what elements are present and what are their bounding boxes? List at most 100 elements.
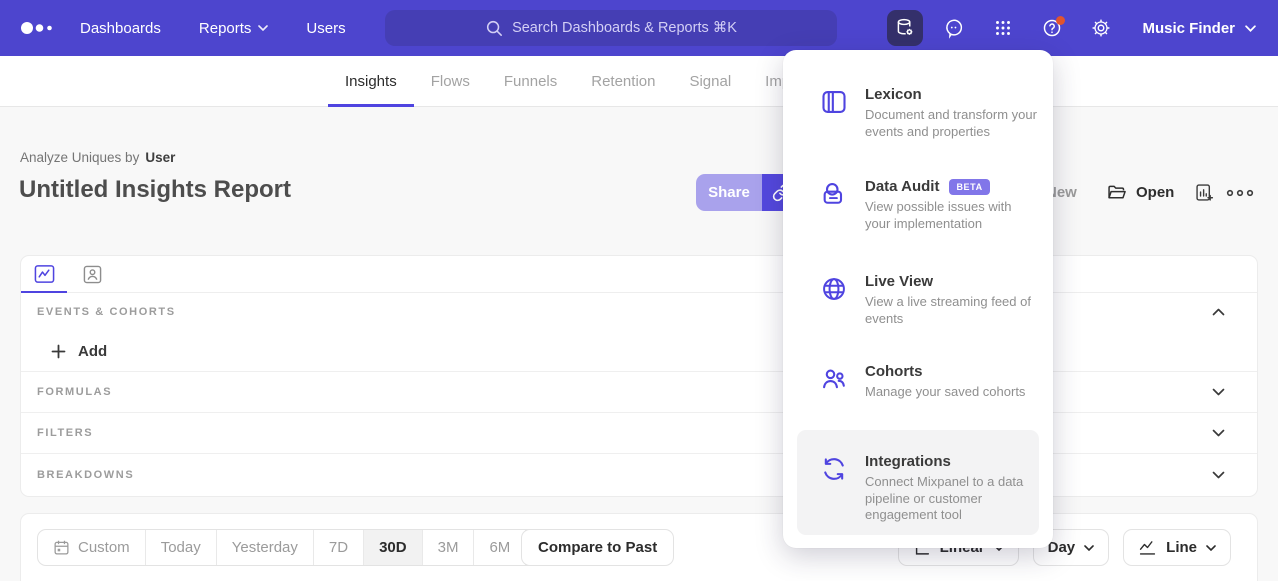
range-7d[interactable]: 7D [313,530,363,565]
menu-item-data-audit[interactable]: Data Audit BETA View possible issues wit… [797,178,1039,232]
analyze-entity-selector[interactable]: User [145,150,175,165]
chart-type-dropdown[interactable]: Line [1123,529,1231,566]
tab-funnels[interactable]: Funnels [487,56,574,107]
date-range-segmented-control: Custom Today Yesterday 7D 30D 3M 6M 12M [37,529,586,566]
share-button[interactable]: Share [696,174,762,211]
ellipsis-icon [1226,189,1254,197]
add-event-button[interactable]: Add [51,343,107,360]
menu-item-title: Live View [865,273,933,290]
help-button[interactable] [1034,10,1070,46]
chevron-down-icon[interactable] [1212,388,1225,396]
chevron-up-icon[interactable] [1212,308,1225,316]
nav-dashboards[interactable]: Dashboards [80,20,161,37]
events-cohorts-label: EVENTS & COHORTS [37,306,176,318]
menu-item-title: Integrations [865,453,951,470]
menu-item-live-view[interactable]: Live View View a live streaming feed of … [797,273,1039,327]
query-builder-card: EVENTS & COHORTS Add FORMULAS FILTERS BR… [20,255,1258,497]
settings-button[interactable] [1083,10,1119,46]
menu-item-cohorts[interactable]: Cohorts Manage your saved cohorts [797,363,1039,401]
report-title[interactable]: Untitled Insights Report [19,176,291,204]
tab-signal[interactable]: Signal [672,56,748,107]
line-chart-icon [1138,538,1157,557]
range-today[interactable]: Today [145,530,216,565]
cohorts-icon [820,365,848,393]
global-search-input[interactable]: Search Dashboards & Reports ⌘K [385,10,837,46]
chevron-down-icon [258,25,268,31]
menu-item-description: Connect Mixpanel to a data pipeline or c… [865,474,1037,524]
database-gear-icon [894,17,916,39]
chevron-down-icon [1206,545,1216,551]
menu-item-description: View a live streaming feed of events [865,294,1037,327]
data-management-dropdown: Lexicon Document and transform your even… [783,50,1053,548]
integrations-icon [820,455,848,483]
chevron-down-icon [1084,545,1094,551]
message-bubble-icon [943,17,965,39]
nav-users[interactable]: Users [306,20,345,37]
top-nav: Dashboards Reports Users Search Dashboar… [0,0,1278,56]
nav-users-label: Users [306,20,345,37]
tab-flows[interactable]: Flows [414,56,487,107]
menu-item-title: Cohorts [865,363,923,380]
tab-insights[interactable]: Insights [328,56,414,107]
mixpanel-logo-icon[interactable] [20,20,60,36]
menu-item-title: Lexicon [865,86,922,103]
chart-add-icon [1194,182,1215,203]
chevron-down-icon [1245,25,1256,32]
filters-section-header[interactable]: FILTERS [21,413,1257,454]
project-switcher[interactable]: Music Finder [1142,20,1260,37]
open-report-button[interactable]: Open [1106,174,1174,211]
apps-grid-icon [992,17,1014,39]
search-icon [485,19,503,37]
person-square-icon [83,265,102,284]
interval-value: Day [1048,539,1076,556]
notification-dot [1056,16,1065,25]
lexicon-icon [820,88,848,116]
chart-type-value: Line [1166,539,1197,556]
menu-item-text: Cohorts Manage your saved cohorts [865,363,1037,401]
chart-controls-card: Custom Today Yesterday 7D 30D 3M 6M 12M … [20,513,1258,581]
menu-item-text: Integrations Connect Mixpanel to a data … [865,453,1037,535]
data-management-button[interactable] [887,10,923,46]
apps-menu-button[interactable] [985,10,1021,46]
nav-right-cluster: Music Finder [887,0,1260,56]
add-to-dashboard-button[interactable] [1194,174,1215,211]
report-tabs: Insights Flows Funnels Retention Signal … [328,56,827,107]
menu-item-integrations[interactable]: Integrations Connect Mixpanel to a data … [797,430,1039,535]
chevron-down-icon[interactable] [1212,471,1225,479]
range-6m[interactable]: 6M [473,530,525,565]
compare-to-past-button[interactable]: Compare to Past [521,529,674,566]
range-yesterday[interactable]: Yesterday [216,530,313,565]
folder-icon [1106,182,1127,203]
chevron-down-icon[interactable] [1212,429,1225,437]
range-3m[interactable]: 3M [422,530,474,565]
menu-item-text: Data Audit BETA View possible issues wit… [865,178,1037,232]
menu-item-description: Manage your saved cohorts [865,384,1037,401]
nav-reports[interactable]: Reports [199,20,269,37]
report-tabbar: Insights Flows Funnels Retention Signal … [0,56,1278,107]
events-cohorts-section-header[interactable]: EVENTS & COHORTS [21,293,1257,331]
plus-icon [51,344,66,359]
formulas-section-header[interactable]: FORMULAS [21,372,1257,413]
feedback-button[interactable] [936,10,972,46]
tab-retention[interactable]: Retention [574,56,672,107]
primary-nav: Dashboards Reports Users [80,20,346,37]
menu-item-title: Data Audit [865,178,939,195]
data-audit-icon [820,180,848,208]
nav-reports-label: Reports [199,20,252,37]
events-mode-tab[interactable] [33,263,55,285]
more-options-button[interactable] [1226,174,1254,211]
analyze-uniques-line: Analyze Uniques byUser [20,150,175,165]
profiles-mode-tab[interactable] [81,263,103,285]
range-custom[interactable]: Custom [38,530,145,565]
add-label: Add [78,343,107,360]
range-30d[interactable]: 30D [363,530,422,565]
breakdowns-section-header[interactable]: BREAKDOWNS [21,454,1257,495]
filters-label: FILTERS [37,427,93,439]
formulas-label: FORMULAS [37,386,112,398]
menu-item-text: Lexicon Document and transform your even… [865,86,1037,140]
range-custom-label: Custom [78,539,130,556]
beta-badge: BETA [949,179,989,195]
menu-item-lexicon[interactable]: Lexicon Document and transform your even… [797,86,1039,140]
menu-item-text: Live View View a live streaming feed of … [865,273,1037,327]
live-view-icon [820,275,848,303]
